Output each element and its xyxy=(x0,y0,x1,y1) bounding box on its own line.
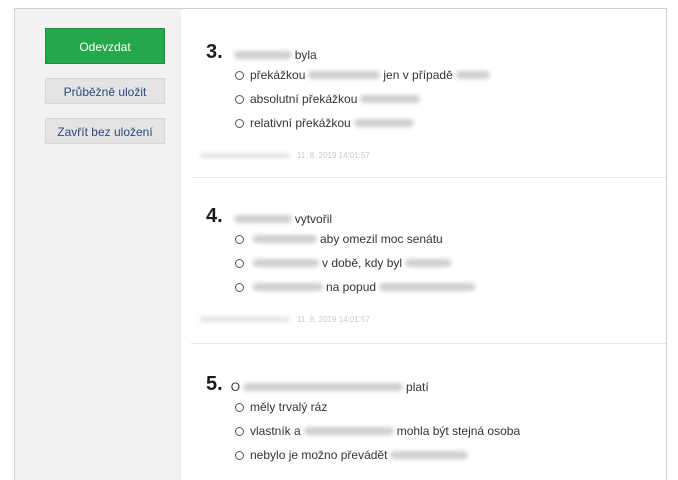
divider xyxy=(191,343,666,344)
radio-icon[interactable] xyxy=(235,426,244,436)
question-text-visible: vytvořil xyxy=(294,212,333,226)
question-number: 3. xyxy=(206,41,223,63)
close-without-saving-button[interactable]: Zavřít bez uložení xyxy=(45,118,165,144)
sidebar: Odevzdat Průběžně uložit Zavřít bez ulož… xyxy=(15,9,181,480)
question-text-prefix: O xyxy=(230,380,241,394)
option-text: jen v případě xyxy=(383,68,453,82)
question-header: 5. O platí xyxy=(206,371,429,395)
radio-icon[interactable] xyxy=(235,70,244,80)
blurred-text xyxy=(390,451,469,459)
option[interactable]: na popud xyxy=(235,279,478,295)
blurred-text xyxy=(379,283,476,291)
option[interactable]: překážkou jen v případě xyxy=(235,67,493,83)
blurred-text xyxy=(233,215,292,223)
option-text: mohla být stejná osoba xyxy=(396,424,521,438)
option[interactable]: vlastník a mohla být stejná osoba xyxy=(235,423,520,439)
blurred-text xyxy=(200,317,290,322)
radio-icon[interactable] xyxy=(235,118,244,128)
blurred-text xyxy=(308,71,381,79)
question-meta: 11. 8. 2019 14:01:57 xyxy=(197,151,370,160)
blurred-text xyxy=(243,383,404,391)
option-text: překážkou xyxy=(250,68,306,82)
option[interactable]: nebylo je možno převádět xyxy=(235,447,471,463)
option-text: v době, kdy byl xyxy=(322,256,403,270)
question-meta: 11. 8. 2019 14:01:57 xyxy=(197,315,370,324)
question-number: 4. xyxy=(206,205,223,227)
option-text: vlastník a xyxy=(250,424,301,438)
question-header: 3. byla xyxy=(206,39,317,63)
question-text: byla xyxy=(231,47,317,63)
quiz-frame: Odevzdat Průběžně uložit Zavřít bez ulož… xyxy=(14,8,667,480)
option-text: absolutní překážkou xyxy=(250,92,358,106)
blurred-text xyxy=(200,153,290,158)
option-text: aby omezil moc senátu xyxy=(320,232,443,246)
option-text: nebylo je možno převádět xyxy=(250,448,388,462)
question-number: 5. xyxy=(206,373,223,395)
questions-area: 3. byla překážkou jen v případě absolutn… xyxy=(191,9,666,480)
option[interactable]: absolutní překážkou xyxy=(235,91,423,107)
option[interactable]: v době, kdy byl xyxy=(235,255,454,271)
blurred-text xyxy=(253,283,323,291)
blurred-text xyxy=(303,427,394,435)
blurred-text xyxy=(360,95,421,103)
radio-icon[interactable] xyxy=(235,234,244,244)
question-text: O platí xyxy=(231,379,429,395)
radio-icon[interactable] xyxy=(235,402,244,412)
option-text: relativní překážkou xyxy=(250,116,351,130)
timestamp: 11. 8. 2019 14:01:57 xyxy=(297,315,370,324)
save-progress-button[interactable]: Průběžně uložit xyxy=(45,78,165,104)
question-text-visible: platí xyxy=(406,380,429,394)
blurred-text xyxy=(455,71,490,79)
submit-button[interactable]: Odevzdat xyxy=(45,28,165,64)
blurred-text xyxy=(253,259,319,267)
option[interactable]: relativní překážkou xyxy=(235,115,417,131)
timestamp: 11. 8. 2019 14:01:57 xyxy=(297,151,370,160)
blurred-text xyxy=(405,259,452,267)
blurred-text xyxy=(353,119,414,127)
option[interactable]: aby omezil moc senátu xyxy=(235,231,443,247)
radio-icon[interactable] xyxy=(235,450,244,460)
radio-icon[interactable] xyxy=(235,94,244,104)
question-text-visible: byla xyxy=(294,48,317,62)
radio-icon[interactable] xyxy=(235,258,244,268)
option[interactable]: měly trvalý ráz xyxy=(235,399,327,415)
option-text: na popud xyxy=(326,280,377,294)
blurred-text xyxy=(253,235,317,243)
radio-icon[interactable] xyxy=(235,282,244,292)
question-header: 4. vytvořil xyxy=(206,203,332,227)
option-text: měly trvalý ráz xyxy=(250,400,328,414)
divider xyxy=(191,177,666,178)
blurred-text xyxy=(233,51,292,59)
question-text: vytvořil xyxy=(231,211,332,227)
